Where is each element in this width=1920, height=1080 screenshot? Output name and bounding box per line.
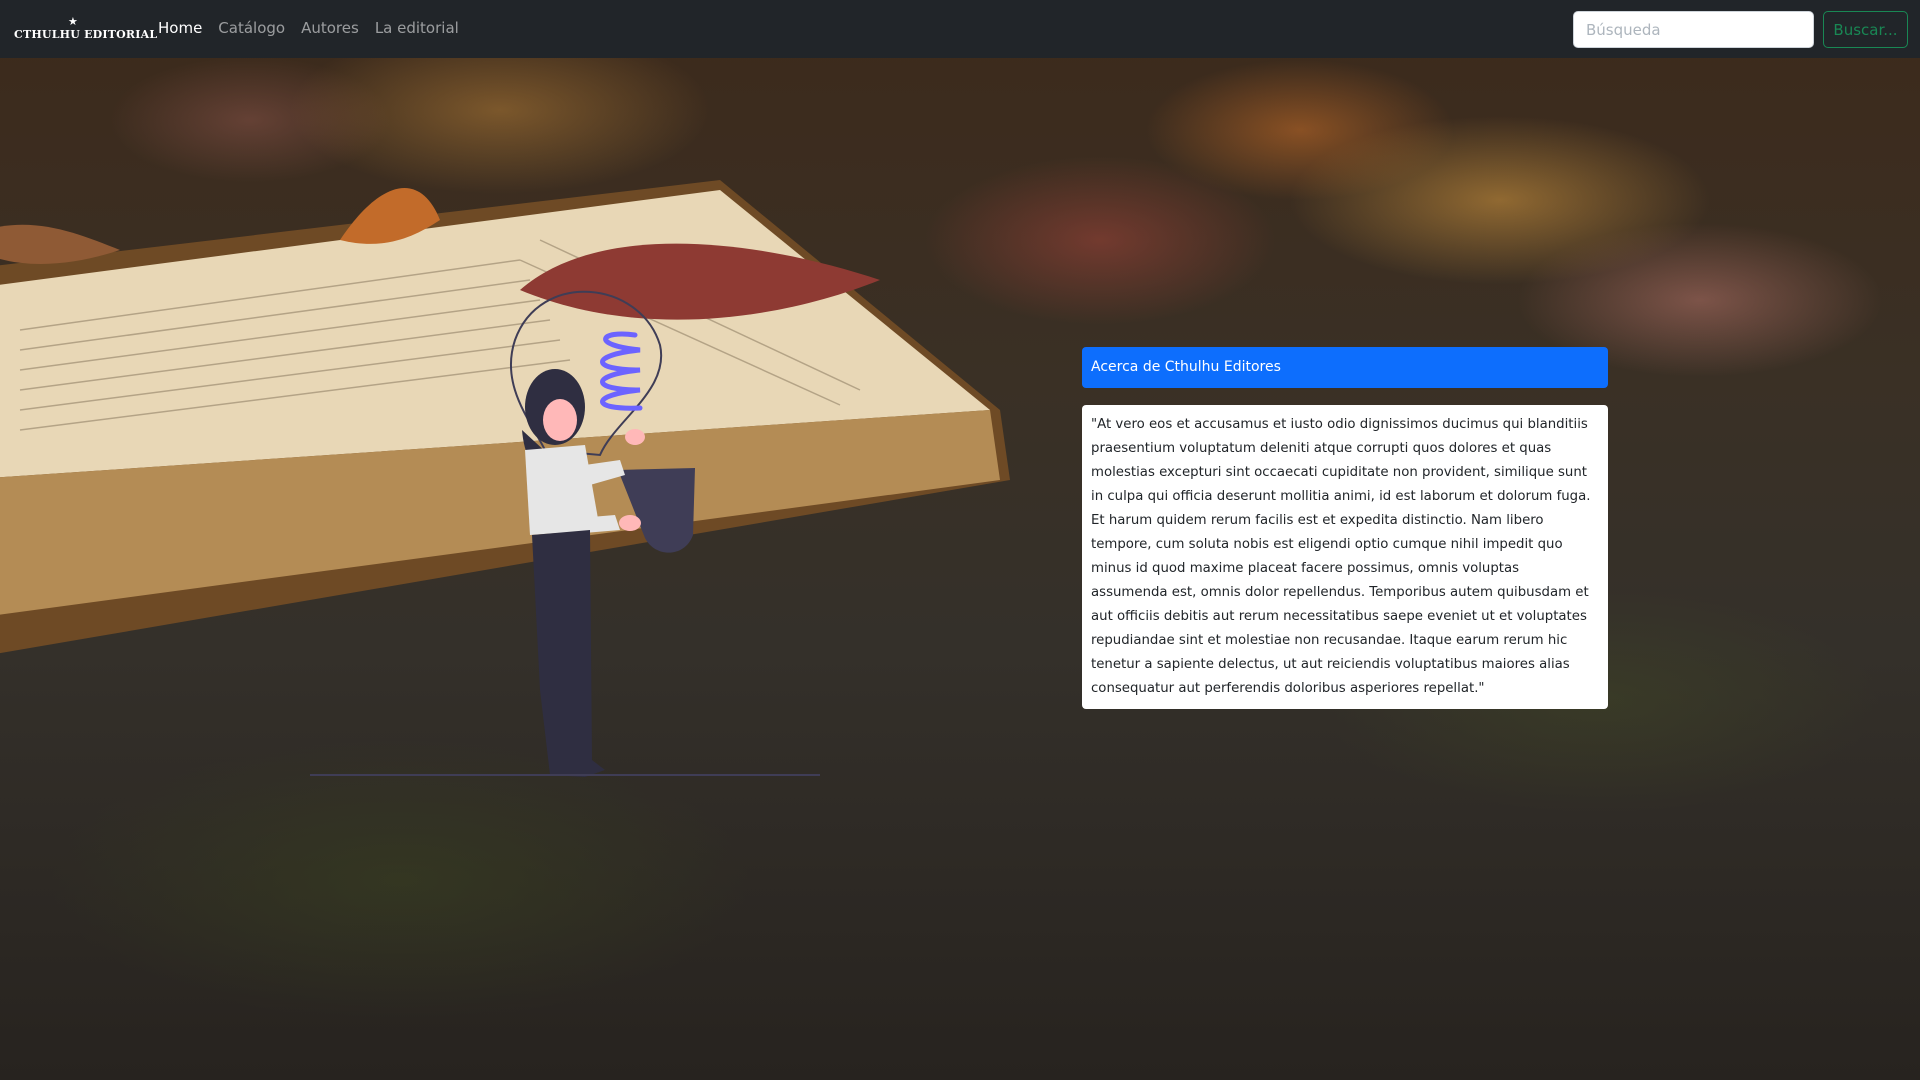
brand-name: CTHULHU EDITORIAL (14, 28, 158, 41)
about-card-body: "At vero eos et accusamus et iusto odio … (1082, 405, 1608, 709)
top-navbar: ★ CTHULHU EDITORIAL Home Catálogo Autore… (0, 0, 1920, 58)
nav-link-home[interactable]: Home (158, 19, 202, 37)
search-input[interactable] (1573, 11, 1814, 48)
star-icon: ★ (68, 15, 78, 28)
nav-link-autores[interactable]: Autores (301, 19, 359, 37)
nav-link-catalogo[interactable]: Catálogo (218, 19, 285, 37)
about-card-header: Acerca de Cthulhu Editores (1082, 347, 1608, 388)
woman-lightbulb-illustration (310, 290, 820, 777)
search-button[interactable]: Buscar... (1823, 11, 1908, 48)
nav-link-la-editorial[interactable]: La editorial (375, 19, 459, 37)
brand-logo[interactable]: ★ CTHULHU EDITORIAL (14, 15, 157, 44)
nav-links: Home Catálogo Autores La editorial (158, 19, 459, 37)
